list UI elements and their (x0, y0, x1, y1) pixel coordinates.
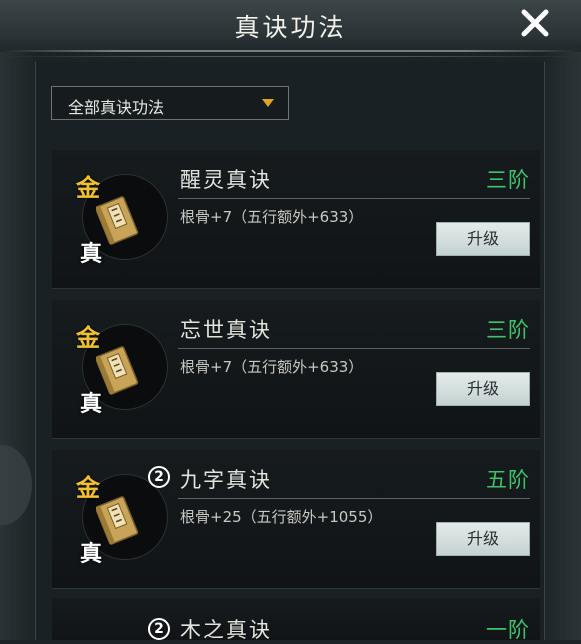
upgrade-button[interactable]: 升级 (436, 372, 530, 406)
technique-card[interactable]: 金 真 2 九字真诀 五阶 根骨+25（五行额外+1055） 升级 (52, 450, 540, 589)
technique-filter-dropdown[interactable]: 全部真诀功法 (51, 86, 289, 120)
scroll-book-icon (96, 496, 139, 545)
technique-name: 醒灵真诀 (180, 168, 272, 192)
type-label: 真 (80, 241, 103, 267)
background-right (541, 0, 581, 640)
technique-tier: 三阶 (486, 168, 530, 192)
header-cloud-line-secondary (0, 56, 581, 57)
technique-stat: 根骨+7（五行额外+633） (180, 358, 364, 376)
technique-card[interactable]: 金 真 忘世真诀 三阶 根骨+7（五行额外+633） 升级 (52, 300, 540, 439)
technique-name: 忘世真诀 (180, 318, 272, 342)
technique-stat: 根骨+7（五行额外+633） (180, 208, 364, 226)
level-badge: 2 (148, 618, 170, 640)
close-button[interactable] (518, 6, 552, 40)
technique-stat: 根骨+25（五行额外+1055） (180, 508, 383, 526)
grade-label: 金 (76, 473, 100, 502)
grade-label: 金 (76, 323, 100, 352)
technique-card[interactable]: 2 木之真诀 一阶 (52, 598, 540, 642)
technique-card[interactable]: 金 真 醒灵真诀 三阶 根骨+7（五行额外+633） 升级 (52, 150, 540, 289)
technique-tier: 五阶 (486, 468, 530, 492)
type-label: 真 (80, 391, 103, 417)
triangle-down-icon (262, 99, 274, 107)
technique-tier: 三阶 (486, 318, 530, 342)
card-divider (178, 198, 530, 199)
card-divider (178, 348, 530, 349)
technique-name: 九字真诀 (180, 468, 272, 492)
type-label: 真 (80, 541, 103, 567)
close-icon (521, 9, 549, 37)
card-divider (178, 498, 530, 499)
page-title: 真诀功法 (234, 13, 347, 42)
level-badge: 2 (148, 466, 170, 488)
filter-label: 全部真诀功法 (68, 98, 165, 117)
grade-label: 金 (76, 173, 100, 202)
upgrade-button[interactable]: 升级 (436, 222, 530, 256)
scroll-book-icon (96, 196, 139, 245)
header-cloud-line (0, 50, 581, 52)
scroll-book-icon (96, 346, 139, 395)
upgrade-button[interactable]: 升级 (436, 522, 530, 556)
background-left (0, 0, 36, 640)
